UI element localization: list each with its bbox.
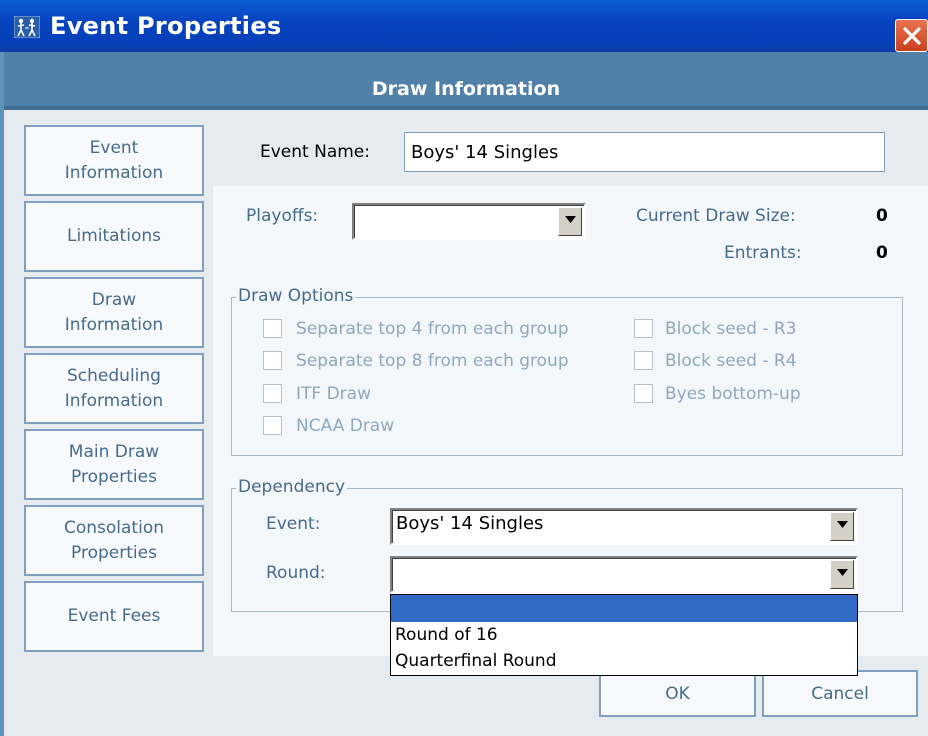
dependency-title: Dependency bbox=[236, 477, 348, 497]
dropdown-option[interactable]: Quarterfinal Round bbox=[391, 648, 857, 675]
sidebar-item-event-information[interactable]: Event Information bbox=[24, 125, 204, 196]
close-button[interactable] bbox=[895, 19, 928, 52]
block-seed-r3-label: Block seed - R3 bbox=[665, 319, 797, 339]
playoffs-dropdown-button[interactable] bbox=[558, 207, 582, 236]
dropdown-option[interactable] bbox=[391, 595, 857, 622]
playoffs-label: Playoffs: bbox=[246, 206, 319, 226]
sidebar-item-limitations[interactable]: Limitations bbox=[24, 201, 204, 272]
separate-top-8-label: Separate top 8 from each group bbox=[296, 351, 569, 371]
entrants-value: 0 bbox=[876, 243, 888, 263]
sidebar-item-consolation-properties[interactable]: Consolation Properties bbox=[24, 505, 204, 576]
block-seed-r3-checkbox[interactable] bbox=[634, 319, 653, 338]
event-name-input[interactable]: Boys' 14 Singles bbox=[404, 132, 885, 172]
draw-options-title: Draw Options bbox=[236, 286, 356, 306]
dependency-event-value: Boys' 14 Singles bbox=[396, 513, 544, 534]
dependency-round-label: Round: bbox=[266, 563, 326, 583]
separate-top-8-checkbox[interactable] bbox=[263, 351, 282, 370]
chevron-down-icon bbox=[837, 521, 848, 528]
sidebar-item-draw-information[interactable]: Draw Information bbox=[24, 277, 204, 348]
block-seed-r4-checkbox[interactable] bbox=[634, 351, 653, 370]
current-draw-size-value: 0 bbox=[876, 206, 888, 226]
chevron-down-icon bbox=[837, 569, 848, 576]
window-title: Event Properties bbox=[50, 12, 282, 40]
page-title: Draw Information bbox=[371, 78, 561, 100]
ncaa-draw-checkbox[interactable] bbox=[263, 416, 282, 435]
dependency-round-select[interactable] bbox=[390, 556, 858, 593]
itf-draw-checkbox[interactable] bbox=[263, 384, 282, 403]
sidebar-item-main-draw-properties[interactable]: Main Draw Properties bbox=[24, 429, 204, 500]
separate-top-4-checkbox[interactable] bbox=[263, 319, 282, 338]
dependency-event-dropdown-button[interactable] bbox=[830, 512, 854, 541]
itf-draw-label: ITF Draw bbox=[296, 384, 371, 404]
block-seed-r4-label: Block seed - R4 bbox=[665, 351, 797, 371]
sidebar-item-event-fees[interactable]: Event Fees bbox=[24, 581, 204, 652]
dependency-event-select[interactable]: Boys' 14 Singles bbox=[390, 508, 858, 545]
byes-bottom-up-label: Byes bottom-up bbox=[665, 384, 801, 404]
byes-bottom-up-checkbox[interactable] bbox=[634, 384, 653, 403]
close-icon bbox=[903, 27, 921, 45]
dependency-event-label: Event: bbox=[266, 514, 321, 534]
cancel-button[interactable]: Cancel bbox=[762, 670, 918, 717]
dependency-round-dropdown-button[interactable] bbox=[830, 560, 854, 589]
round-dropdown-list: Round of 16 Quarterfinal Round bbox=[390, 594, 858, 676]
playoffs-select[interactable] bbox=[352, 203, 586, 240]
ok-button[interactable]: OK bbox=[599, 670, 756, 717]
tennis-players-icon bbox=[13, 15, 41, 39]
ncaa-draw-label: NCAA Draw bbox=[296, 416, 395, 436]
separate-top-4-label: Separate top 4 from each group bbox=[296, 319, 569, 339]
dropdown-option[interactable]: Round of 16 bbox=[391, 622, 857, 649]
current-draw-size-label: Current Draw Size: bbox=[636, 206, 796, 226]
entrants-label: Entrants: bbox=[724, 243, 802, 263]
sidebar-item-scheduling-information[interactable]: Scheduling Information bbox=[24, 353, 204, 424]
title-bar: Event Properties bbox=[0, 0, 928, 52]
event-name-label: Event Name: bbox=[260, 142, 370, 162]
chevron-down-icon bbox=[565, 216, 576, 223]
